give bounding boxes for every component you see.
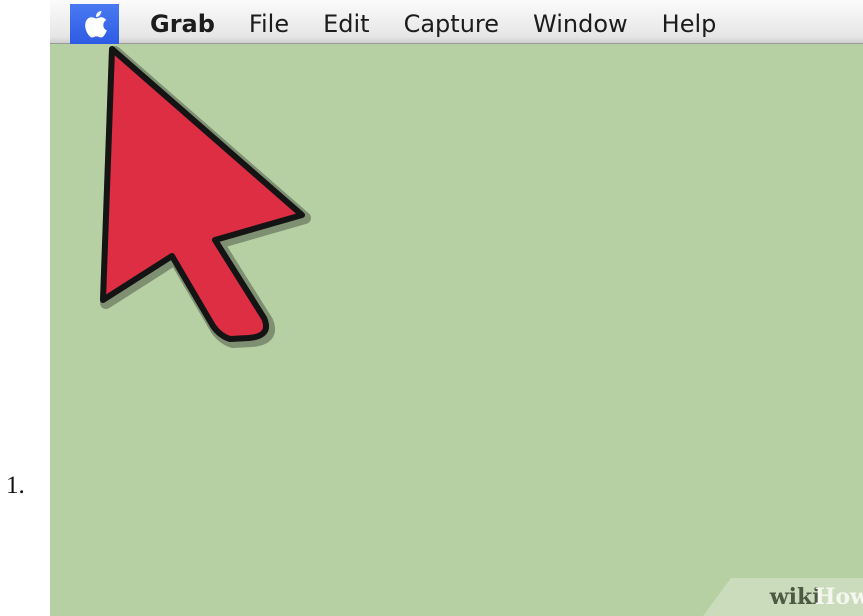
menu-bar: Grab File Edit Capture Window Help [50, 0, 863, 44]
menu-edit[interactable]: Edit [323, 6, 369, 38]
page: 1. Grab File Edit Capture Window Help wi… [0, 0, 863, 616]
watermark-how: How [814, 584, 863, 610]
menu-items: Grab File Edit Capture Window Help [150, 0, 750, 44]
menu-capture[interactable]: Capture [404, 6, 499, 38]
apple-logo-icon [84, 10, 107, 38]
watermark-wiki: wiki [769, 584, 821, 610]
wikihow-watermark: wiki How [703, 578, 863, 616]
menu-file[interactable]: File [249, 6, 289, 38]
mac-screenshot: Grab File Edit Capture Window Help wiki H… [50, 0, 863, 616]
list-number: 1. [6, 472, 25, 499]
menu-help[interactable]: Help [662, 6, 717, 38]
menu-app-grab[interactable]: Grab [150, 6, 215, 38]
apple-menu-button[interactable] [70, 4, 119, 44]
menu-window[interactable]: Window [533, 6, 628, 38]
arrow-pointer-icon [100, 46, 311, 348]
